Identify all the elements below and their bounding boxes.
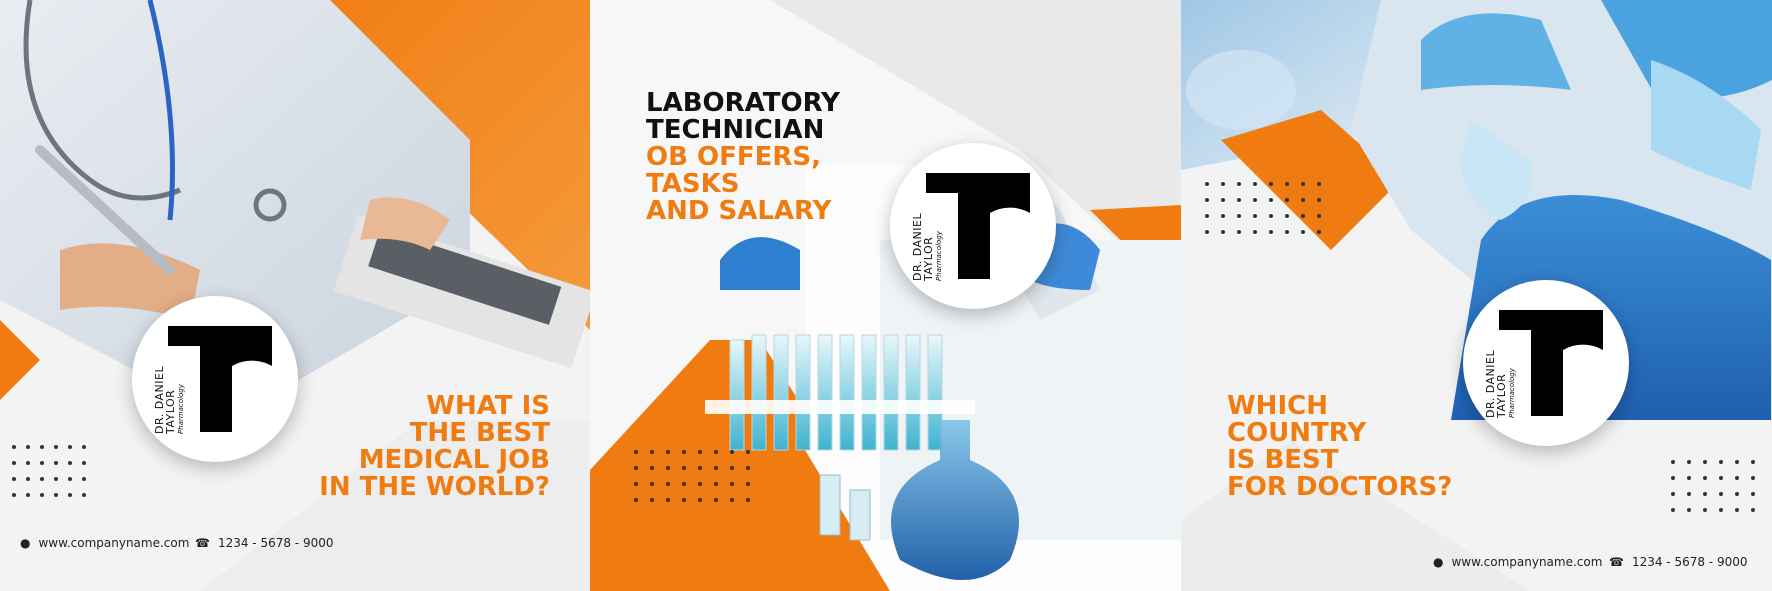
website-link[interactable]: ● www.companyname.com (1433, 555, 1602, 569)
headline-line: LABORATORY (646, 88, 840, 118)
dot-grid (1203, 180, 1329, 242)
logo-subtitle: Pharmacology (177, 384, 185, 434)
headline-line: MEDICAL JOB (358, 445, 550, 475)
phone-text: 1234 - 5678 - 9000 (217, 536, 334, 550)
headline-line: IN THE WORLD? (319, 472, 550, 502)
logo-badge: DR. DANIEL TAYLOR Pharmacology (132, 296, 298, 462)
headline-line: THE BEST (409, 418, 550, 448)
panel3-headline: WHICH COUNTRY IS BEST FOR DOCTORS? (1227, 393, 1452, 501)
headline-line: TASKS (646, 169, 740, 199)
website-text: www.companyname.com (38, 536, 190, 550)
website-text: www.companyname.com (1451, 555, 1603, 569)
globe-icon: ● (1433, 555, 1444, 569)
website-link[interactable]: ● www.companyname.com (20, 536, 189, 550)
logo-text: DR. DANIEL TAYLOR Pharmacology (1484, 350, 1518, 418)
headline-line: AND SALARY (646, 196, 832, 226)
logo-name-line2: TAYLOR (1495, 373, 1508, 418)
logo-badge: DR. DANIEL TAYLOR Pharmacology (1463, 280, 1629, 446)
globe-icon: ● (20, 536, 31, 550)
phone-text: 1234 - 5678 - 9000 (1631, 555, 1748, 569)
dot-grid (10, 443, 90, 503)
phone-icon: ☎ (1609, 555, 1624, 569)
dot-grid (1669, 458, 1765, 520)
post-panel-medical-job: DR. DANIEL TAYLOR Pharmacology WHAT IS T… (0, 0, 590, 591)
headline-line: COUNTRY (1227, 418, 1367, 448)
headline-line: WHAT IS (426, 391, 550, 421)
dot-grid (632, 448, 752, 510)
logo-text: DR. DANIEL TAYLOR Pharmacology (153, 366, 187, 434)
logo-name-line2: TAYLOR (164, 389, 177, 434)
phone-icon: ☎ (195, 536, 210, 550)
logo-name-line2: TAYLOR (922, 236, 935, 281)
headline-line: IS BEST (1227, 445, 1339, 475)
panel1-headline: WHAT IS THE BEST MEDICAL JOB IN THE WORL… (319, 393, 550, 501)
logo-subtitle: Pharmacology (935, 231, 943, 281)
post-panel-best-country: DR. DANIEL TAYLOR Pharmacology WHICH COU… (1181, 0, 1772, 591)
logo-subtitle: Pharmacology (1508, 368, 1516, 418)
logo-badge: DR. DANIEL TAYLOR Pharmacology (890, 143, 1056, 309)
panel2-headline: LABORATORY TECHNICIAN OB OFFERS, TASKS A… (646, 90, 840, 225)
headline-line: OB OFFERS, (646, 142, 821, 172)
headline-line: WHICH (1227, 391, 1328, 421)
logo-text: DR. DANIEL TAYLOR Pharmacology (911, 213, 945, 281)
post-panel-lab-technician: DR. DANIEL TAYLOR Pharmacology LABORATOR… (590, 0, 1181, 591)
phone-link[interactable]: ☎ 1234 - 5678 - 9000 (1609, 555, 1748, 569)
phone-link[interactable]: ☎ 1234 - 5678 - 9000 (195, 536, 334, 550)
headline-line: FOR DOCTORS? (1227, 472, 1453, 502)
headline-line: TECHNICIAN (646, 115, 825, 145)
